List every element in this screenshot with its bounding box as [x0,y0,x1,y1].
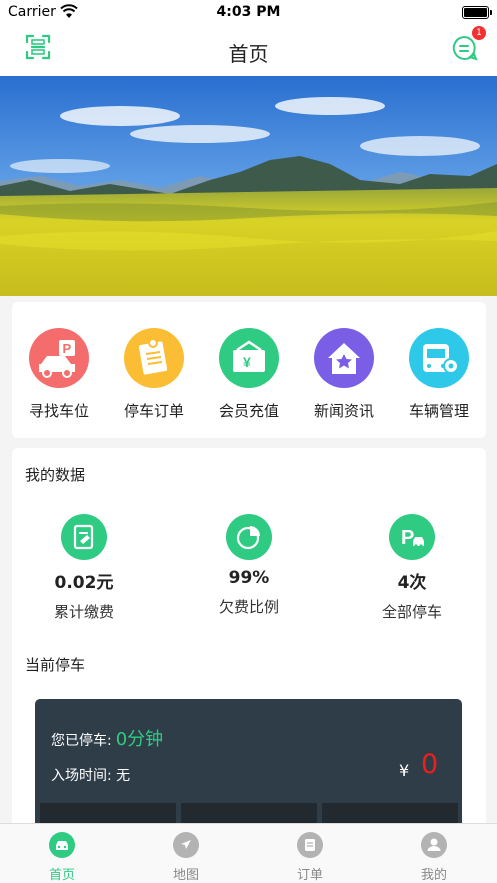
navigation-bar: 首页 1 [0,26,497,76]
stat-label: 欠费比例 [218,598,279,616]
svg-text:¥: ¥ [243,354,251,370]
tab-label: 订单 [296,868,323,883]
battery-icon [462,6,492,19]
tab-map[interactable]: 地图 [146,832,226,883]
wallet-yen-icon: ¥ [219,328,279,388]
tab-orders[interactable]: 订单 [270,832,350,883]
bottom-tab-bar: 首页 地图 订单 我的 [0,823,497,883]
tab-label: 地图 [172,868,199,883]
payment-doc-icon [61,514,107,560]
duration-label: 您已停车: [51,733,112,749]
my-data-section: 我的数据 0.02元 累计缴费 99% 欠费比例 P 4次 全部停车 当前停车 … [12,448,486,883]
banner-image[interactable] [0,76,497,296]
tab-profile[interactable]: 我的 [394,832,474,883]
menu-label: 寻找车位 [28,402,89,420]
stat-total-payment[interactable]: 0.02元 累计缴费 [24,514,144,622]
duration-value: 0分钟 [115,729,164,750]
section-title-current-parking: 当前停车 [25,656,86,674]
status-time: 4:03 PM [216,4,281,20]
user-icon [421,832,447,858]
stat-total-parking[interactable]: P 4次 全部停车 [352,514,472,622]
menu-item-news[interactable]: 新闻资讯 [299,328,389,421]
tab-label: 首页 [48,868,75,883]
news-home-icon [314,328,374,388]
car-home-icon [49,832,75,858]
currency-symbol: ¥ [399,761,410,780]
pie-chart-icon [226,514,272,560]
menu-item-vehicle-management[interactable]: 车辆管理 [394,328,484,421]
stat-value: 0.02元 [54,573,114,593]
stat-label: 累计缴费 [53,603,114,621]
entry-time-label: 入场时间: [51,768,112,784]
menu-label: 车辆管理 [408,402,469,420]
tab-home[interactable]: 首页 [22,832,102,883]
menu-label: 会员充值 [218,402,279,420]
svg-text:P: P [63,341,72,356]
parking-p-icon: P [389,514,435,560]
menu-label: 新闻资讯 [313,402,374,420]
menu-item-member-recharge[interactable]: ¥ 会员充值 [204,328,294,421]
tab-label: 我的 [420,868,447,883]
status-bar: Carrier 4:03 PM [0,0,497,26]
menu-label: 停车订单 [123,402,184,420]
message-badge: 1 [472,26,486,40]
page-title: 首页 [228,42,269,66]
entry-time-value: 无 [116,768,131,784]
entry-time-row: 入场时间: 无 [51,765,130,785]
navigation-icon [173,832,199,858]
bus-gear-icon [409,328,469,388]
menu-item-find-parking[interactable]: P 寻找车位 [14,328,104,421]
quick-menu: P 寻找车位 停车订单 ¥ 会员充值 新闻资讯 车辆管理 [12,302,486,438]
section-title-my-data: 我的数据 [25,466,86,484]
order-note-icon [124,328,184,388]
svg-text:P: P [401,527,414,549]
stat-label: 全部停车 [381,603,442,621]
parking-fee-amount: 0 [421,749,439,780]
menu-item-parking-orders[interactable]: 停车订单 [109,328,199,421]
landscape-illustration [0,76,497,296]
stat-value: 4次 [397,573,427,593]
stat-arrears-ratio[interactable]: 99% 欠费比例 [189,514,309,617]
order-list-icon [297,832,323,858]
stat-value: 99% [228,568,270,588]
parking-duration-row: 您已停车: 0分钟 [51,725,163,751]
parking-car-icon: P [29,328,89,388]
